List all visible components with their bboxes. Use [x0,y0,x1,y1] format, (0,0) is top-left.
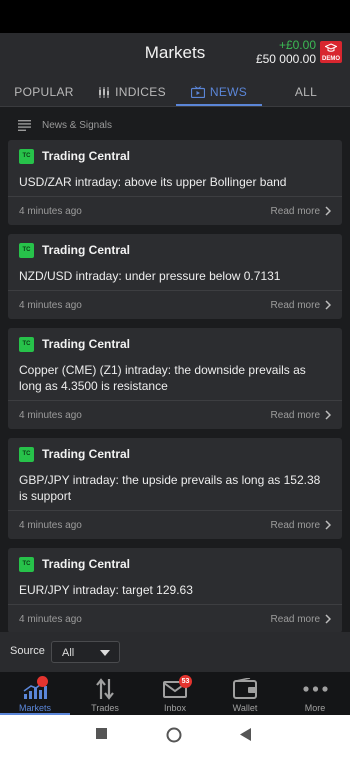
source-filter-label: Source [10,645,45,657]
nav-label: More [304,703,326,713]
read-more-link[interactable]: Read more [271,203,331,219]
demo-label: DEMO [322,56,340,62]
section-title: News & Signals [42,119,113,131]
news-list[interactable]: News & Signals TC Trading Central USD/ZA… [0,107,350,632]
balance-change: +£0.00 [278,38,316,52]
news-card-footer: 4 minutes ago Read more [8,196,342,225]
wallet-icon [233,678,257,699]
market-tabs: POPULAR INDICES NEWS ALL [0,77,350,107]
nav-trades[interactable]: Trades [70,672,140,715]
hot-markets-icon [37,676,48,687]
read-more-link[interactable]: Read more [271,517,331,533]
trading-central-logo-icon: TC [19,337,34,352]
news-time: 4 minutes ago [19,300,82,311]
inbox-unread-badge: 53 [179,675,192,688]
tab-label: ALL [294,85,318,99]
trading-central-logo-icon: TC [19,447,34,462]
balance-total: £50 000.00 [255,52,316,66]
trading-central-logo-icon: TC [19,557,34,572]
nav-label: Trades [91,703,119,713]
news-time: 4 minutes ago [19,520,82,531]
active-tab-indicator [176,104,262,106]
news-time: 4 minutes ago [19,614,82,625]
demo-account-badge[interactable]: DEMO [320,41,342,63]
read-more-label: Read more [270,409,320,421]
news-source: Trading Central [42,557,131,571]
home-icon[interactable] [166,727,182,743]
caret-down-icon [100,650,110,656]
list-icon [18,119,31,131]
more-dots-icon [303,686,328,692]
read-more-label: Read more [270,299,320,311]
tab-label: INDICES [115,85,166,99]
news-card[interactable]: TC Trading Central EUR/JPY intraday: tar… [8,548,342,632]
nav-markets[interactable]: Markets [0,672,70,715]
read-more-label: Read more [270,613,320,625]
tv-icon [190,86,205,98]
tab-label: NEWS [209,85,248,99]
section-header: News & Signals [18,118,112,132]
read-more-link[interactable]: Read more [271,611,331,627]
chevron-right-icon [325,410,331,420]
source-select-value: All [62,647,75,659]
tab-indices[interactable]: INDICES [88,77,176,107]
news-time: 4 minutes ago [19,410,82,421]
bottom-navigation: Markets Trades 53 Inbox Wallet More [0,672,350,715]
news-card-footer: 4 minutes ago Read more [8,604,342,632]
source-filter-bar: Source All [0,632,350,672]
nav-more[interactable]: More [280,672,350,715]
news-headline: GBP/JPY intraday: the upside prevails as… [19,473,321,503]
nav-label: Wallet [232,703,258,713]
news-headline: USD/ZAR intraday: above its upper Bollin… [19,175,287,189]
graduation-cap-icon [325,43,337,52]
system-navigation-bar [0,715,350,758]
chevron-right-icon [325,614,331,624]
nav-label: Inbox [163,703,187,713]
news-headline: NZD/USD intraday: under pressure below 0… [19,269,281,283]
news-card-footer: 4 minutes ago Read more [8,400,342,429]
news-card-footer: 4 minutes ago Read more [8,510,342,539]
news-card[interactable]: TC Trading Central NZD/USD intraday: und… [8,234,342,319]
read-more-label: Read more [270,519,320,531]
chevron-right-icon [325,300,331,310]
read-more-link[interactable]: Read more [271,297,331,313]
news-card-footer: 4 minutes ago Read more [8,290,342,319]
trading-central-logo-icon: TC [19,243,34,258]
read-more-label: Read more [270,205,320,217]
tab-label: POPULAR [14,85,74,99]
news-source: Trading Central [42,149,131,163]
app-header: Markets +£0.00 £50 000.00 DEMO [0,33,350,77]
nav-label: Markets [18,703,51,713]
chevron-right-icon [325,520,331,530]
news-source: Trading Central [42,447,131,461]
source-select[interactable]: All [51,641,120,663]
news-headline: Copper (CME) (Z1) intraday: the downside… [19,363,306,393]
back-icon[interactable] [240,728,252,741]
tab-popular[interactable]: POPULAR [0,77,88,107]
status-bar [0,0,350,33]
tab-all[interactable]: ALL [262,77,350,107]
nav-inbox[interactable]: 53 Inbox [140,672,210,715]
news-headline: EUR/JPY intraday: target 129.63 [19,583,193,597]
chevron-right-icon [325,206,331,216]
news-card[interactable]: TC Trading Central USD/ZAR intraday: abo… [8,140,342,225]
news-source: Trading Central [42,337,131,351]
nav-wallet[interactable]: Wallet [210,672,280,715]
trades-arrows-icon [96,678,114,700]
read-more-link[interactable]: Read more [271,407,331,423]
news-source: Trading Central [42,243,131,257]
candlestick-icon [99,86,110,98]
news-card[interactable]: TC Trading Central GBP/JPY intraday: the… [8,438,342,539]
account-balance[interactable]: +£0.00 £50 000.00 [256,38,316,66]
recent-apps-icon[interactable] [96,728,108,740]
tab-news[interactable]: NEWS [176,77,262,107]
trading-central-logo-icon: TC [19,149,34,164]
news-time: 4 minutes ago [19,206,82,217]
news-card[interactable]: TC Trading Central Copper (CME) (Z1) int… [8,328,342,429]
